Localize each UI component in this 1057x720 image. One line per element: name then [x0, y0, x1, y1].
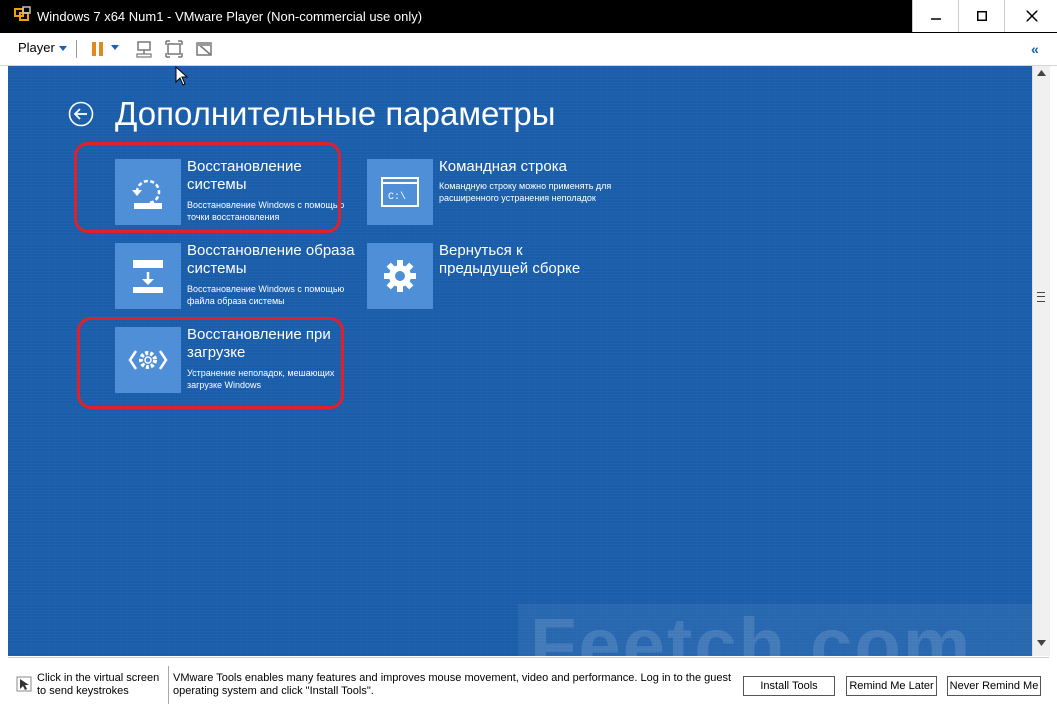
- hint-divider: [168, 666, 169, 704]
- send-ctrl-alt-del-icon[interactable]: [134, 39, 154, 59]
- player-menu[interactable]: Player: [18, 40, 55, 55]
- never-remind-me-button[interactable]: Never Remind Me: [947, 676, 1041, 696]
- mouse-cursor-icon: [175, 66, 189, 86]
- watermark: Feetch.com: [530, 603, 973, 657]
- remind-me-later-button[interactable]: Remind Me Later: [846, 676, 937, 696]
- tile-command-prompt[interactable]: C:\ Командная строка Командную строку мо…: [367, 158, 627, 229]
- svg-text:C:\: C:\: [388, 191, 406, 203]
- maximize-button[interactable]: [958, 0, 1005, 32]
- image-restore-icon: [133, 260, 163, 293]
- tile-previous-build[interactable]: Вернуться к предыдущей сборке: [367, 242, 627, 313]
- scroll-up-icon[interactable]: [1037, 70, 1046, 76]
- hint-message: VMware Tools enables many features and i…: [173, 672, 732, 697]
- highlight-system-restore: [74, 142, 341, 233]
- tile-title: Командная строка: [439, 158, 567, 175]
- close-button[interactable]: [1004, 0, 1057, 32]
- minimize-button[interactable]: [912, 0, 959, 32]
- player-toolbar: Player «: [0, 33, 1057, 66]
- tile-description: Восстановление Windows с помощью файла о…: [187, 284, 345, 306]
- chevron-down-icon[interactable]: [111, 45, 119, 50]
- tile-icon-box: [367, 243, 433, 309]
- tile-description: Командную строку можно применять для рас…: [439, 181, 612, 203]
- unity-mode-icon[interactable]: [194, 39, 214, 59]
- tile-icon-box: [115, 243, 181, 309]
- install-tools-button[interactable]: Install Tools: [743, 676, 835, 696]
- scrollbar-grip[interactable]: [1037, 292, 1045, 302]
- back-arrow-icon[interactable]: [68, 101, 94, 127]
- maximize-icon: [977, 11, 987, 21]
- highlight-startup-repair: [77, 317, 344, 409]
- chevron-down-icon[interactable]: [59, 46, 67, 51]
- page-title: Дополнительные параметры: [115, 95, 556, 132]
- toolbar-divider: [76, 40, 77, 58]
- title-bar: Windows 7 x64 Num1 - VMware Player (Non-…: [0, 0, 1057, 34]
- tile-icon-box: C:\: [367, 159, 433, 225]
- fullscreen-icon[interactable]: [164, 39, 184, 59]
- pause-icon[interactable]: [88, 39, 108, 59]
- command-prompt-icon: C:\: [381, 177, 419, 207]
- window-title: Windows 7 x64 Num1 - VMware Player (Non-…: [37, 9, 423, 24]
- collapse-toolbar-icon[interactable]: «: [1031, 41, 1039, 57]
- close-icon: [1026, 10, 1037, 22]
- vmware-player-window: Windows 7 x64 Num1 - VMware Player (Non-…: [0, 0, 1057, 720]
- tile-title: Восстановление образа системы: [187, 242, 355, 277]
- gear-icon: [384, 260, 416, 292]
- mouse-click-icon: [16, 676, 32, 692]
- vmware-app-icon: [14, 6, 31, 21]
- vertical-scrollbar[interactable]: [1032, 66, 1050, 656]
- vmware-tools-hint-bar: Click in the virtual screen to send keys…: [8, 657, 1049, 714]
- scroll-down-icon[interactable]: [1037, 640, 1046, 646]
- tile-title: Вернуться к предыдущей сборке: [439, 242, 581, 277]
- minimize-icon: [931, 18, 941, 20]
- tile-image-restore[interactable]: Восстановление образа системы Восстановл…: [115, 242, 375, 313]
- virtual-machine-screen[interactable]: Дополнительные параметры Восстановление …: [8, 66, 1032, 656]
- hint-keystroke-text: Click in the virtual screen to send keys…: [37, 672, 160, 697]
